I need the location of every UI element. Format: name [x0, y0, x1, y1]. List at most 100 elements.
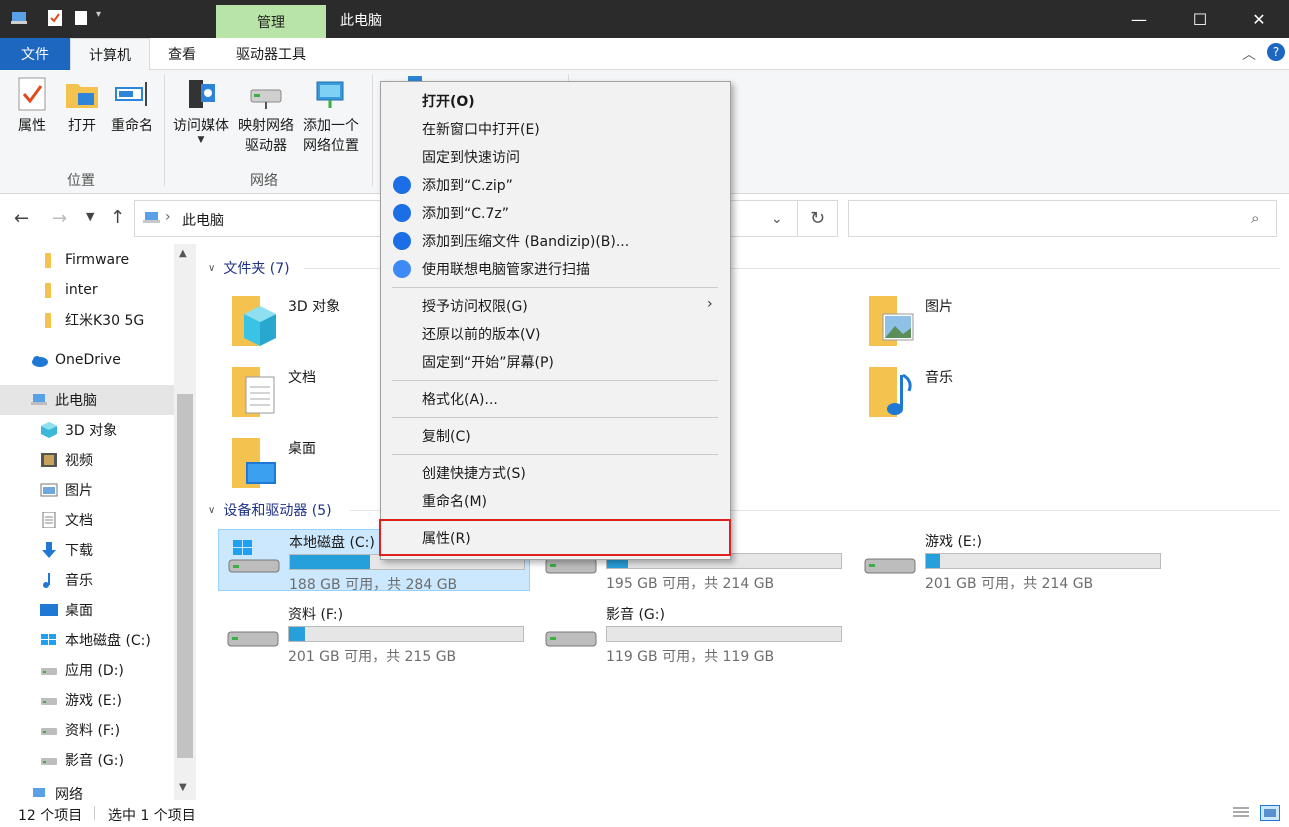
nav-item-videos[interactable]: 视频 — [0, 445, 174, 475]
customize-qat-icon[interactable]: ▾ — [96, 9, 114, 27]
pictures-folder-icon — [869, 292, 915, 350]
menu-item-create-shortcut[interactable]: 创建快捷方式(S) — [381, 459, 730, 487]
menu-item-rename[interactable]: 重命名(M) — [381, 487, 730, 515]
properties-ribbon-button[interactable]: 属性 — [10, 76, 54, 136]
drive-tile-e[interactable]: 游戏 (E:) 201 GB 可用，共 214 GB — [855, 529, 1167, 592]
refresh-button[interactable]: ↻ — [798, 200, 838, 237]
title-bar: ▾ 管理 此电脑 — ☐ ✕ — [0, 0, 1289, 38]
folder-pictures[interactable]: 图片 — [855, 288, 1115, 354]
maximize-button[interactable]: ☐ — [1177, 0, 1223, 38]
media-server-icon — [183, 76, 219, 112]
help-icon[interactable]: ? — [1267, 43, 1285, 61]
menu-separator — [392, 454, 718, 455]
folder-icon — [40, 282, 58, 298]
nav-item-drive-g[interactable]: 影音 (G:) — [0, 745, 174, 775]
collapse-ribbon-icon[interactable]: ︿ — [1242, 44, 1256, 64]
tab-drive-tools[interactable]: 驱动器工具 — [216, 38, 326, 70]
drive-icon — [226, 626, 280, 652]
menu-item-add-zip[interactable]: 添加到“C.zip” — [381, 171, 730, 199]
nav-item-network[interactable]: 网络 — [0, 784, 174, 800]
menu-item-add-archive[interactable]: 添加到压缩文件 (Bandizip)(B)... — [381, 227, 730, 255]
nav-item-onedrive[interactable]: OneDrive — [0, 345, 174, 375]
rename-icon — [114, 76, 150, 112]
folder-music[interactable]: 音乐 — [855, 359, 1115, 425]
menu-item-format[interactable]: 格式化(A)... — [381, 385, 730, 413]
nav-item-inter[interactable]: inter — [0, 275, 174, 305]
search-input[interactable]: ⌕ — [848, 200, 1277, 237]
menu-item-restore-versions[interactable]: 还原以前的版本(V) — [381, 320, 730, 348]
forward-arrow-icon[interactable]: → — [52, 208, 67, 229]
nav-item-documents[interactable]: 文档 — [0, 505, 174, 535]
large-icons-view-icon[interactable] — [1260, 805, 1280, 821]
nav-item-drive-e[interactable]: 游戏 (E:) — [0, 685, 174, 715]
nav-item-drive-d[interactable]: 应用 (D:) — [0, 655, 174, 685]
nav-item-drive-c[interactable]: 本地磁盘 (C:) — [0, 625, 174, 655]
nav-scrollbar[interactable]: ▲ ▼ — [174, 244, 196, 800]
nav-label: 桌面 — [65, 603, 93, 619]
nav-item-drive-f[interactable]: 资料 (F:) — [0, 715, 174, 745]
tab-computer[interactable]: 计算机 — [70, 38, 150, 70]
search-icon: ⌕ — [1251, 209, 1260, 227]
access-media-button[interactable]: 访问媒体 ▼ — [170, 76, 232, 145]
nav-label: 本地磁盘 (C:) — [65, 633, 151, 649]
menu-item-open-new-window[interactable]: 在新窗口中打开(E) — [381, 115, 730, 143]
menu-item-add-7z[interactable]: 添加到“C.7z” — [381, 199, 730, 227]
selected-count: 选中 1 个项目 — [108, 808, 196, 824]
menu-item-give-access[interactable]: 授予访问权限(G) › — [381, 292, 730, 320]
menu-item-open[interactable]: 打开(O) — [381, 87, 730, 115]
tab-view[interactable]: 查看 — [150, 38, 214, 70]
window-title: 此电脑 — [340, 13, 382, 29]
menu-label: 复制(C) — [422, 429, 471, 445]
minimize-button[interactable]: — — [1116, 0, 1162, 38]
up-arrow-icon[interactable]: ↑ — [110, 207, 125, 228]
map-network-drive-button[interactable]: 映射网络 驱动器 — [235, 76, 297, 156]
menu-item-pin-start[interactable]: 固定到“开始”屏幕(P) — [381, 348, 730, 376]
drive-tile-f[interactable]: 资料 (F:) 201 GB 可用，共 215 GB — [218, 602, 530, 665]
nav-item-downloads[interactable]: 下载 — [0, 535, 174, 565]
nav-item-redmi[interactable]: 红米K30 5G — [0, 305, 174, 335]
nav-item-pictures[interactable]: 图片 — [0, 475, 174, 505]
nav-item-firmware[interactable]: Firmware — [0, 245, 174, 275]
folders-section-header[interactable]: ∨ 文件夹 (7) — [208, 258, 290, 278]
breadcrumb-this-pc[interactable]: 此电脑 — [182, 210, 224, 230]
recent-locations-icon[interactable]: ▼ — [86, 210, 94, 223]
video-icon — [40, 452, 58, 468]
scroll-up-icon[interactable]: ▲ — [179, 248, 187, 259]
nav-item-this-pc[interactable]: 此电脑 — [0, 385, 174, 415]
manage-context-tab[interactable]: 管理 — [216, 5, 326, 38]
open-folder-icon — [64, 76, 100, 112]
open-ribbon-button[interactable]: 打开 — [60, 76, 104, 136]
menu-item-copy[interactable]: 复制(C) — [381, 422, 730, 450]
nav-label: OneDrive — [55, 352, 121, 368]
nav-label: 资料 (F:) — [65, 723, 121, 739]
drives-section-header[interactable]: ∨ 设备和驱动器 (5) — [208, 500, 332, 520]
scroll-down-icon[interactable]: ▼ — [179, 782, 187, 793]
new-folder-qat-icon[interactable] — [72, 9, 90, 27]
drive-icon — [40, 752, 58, 768]
nav-item-music[interactable]: 音乐 — [0, 565, 174, 595]
cube-icon — [40, 422, 58, 438]
back-arrow-icon[interactable]: ← — [14, 208, 29, 229]
drive-tile-g[interactable]: 影音 (G:) 119 GB 可用，共 119 GB — [536, 602, 848, 665]
add-network-location-button[interactable]: 添加一个 网络位置 — [300, 76, 362, 156]
open-label: 打开 — [68, 118, 96, 134]
nav-item-3d-objects[interactable]: 3D 对象 — [0, 415, 174, 445]
nav-item-desktop[interactable]: 桌面 — [0, 595, 174, 625]
drive-usage-bar — [925, 553, 1161, 569]
menu-item-pin-quick-access[interactable]: 固定到快速访问 — [381, 143, 730, 171]
explorer-icon — [10, 9, 28, 27]
menu-item-lenovo-scan[interactable]: 使用联想电脑管家进行扫描 — [381, 255, 730, 283]
close-button[interactable]: ✕ — [1236, 0, 1282, 38]
nav-label: 文档 — [65, 513, 93, 529]
nav-label: Firmware — [65, 252, 130, 268]
address-dropdown-icon[interactable]: ⌄ — [771, 211, 783, 227]
details-view-icon[interactable] — [1232, 806, 1250, 820]
download-icon — [40, 542, 58, 558]
properties-qat-icon[interactable] — [46, 9, 64, 27]
nav-label: 图片 — [65, 483, 93, 499]
context-menu: 打开(O) 在新窗口中打开(E) 固定到快速访问 添加到“C.zip” 添加到“… — [380, 81, 731, 560]
nav-label: 红米K30 5G — [65, 313, 145, 329]
rename-ribbon-button[interactable]: 重命名 — [106, 76, 158, 136]
tab-file[interactable]: 文件 — [0, 38, 70, 70]
scroll-thumb[interactable] — [177, 394, 193, 758]
